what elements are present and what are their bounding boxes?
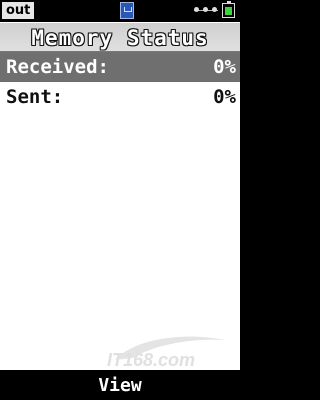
sd-card-icon: [120, 2, 134, 19]
softkey-bar: View: [0, 370, 240, 400]
status-bar: out: [0, 0, 240, 22]
list-item-label: Sent:: [6, 86, 64, 108]
page-title: Memory Status: [31, 26, 209, 50]
list-item-received[interactable]: Received: 0%: [0, 52, 240, 82]
list-item-value: 0%: [213, 56, 236, 78]
watermark-logo: IT168.com: [107, 336, 225, 370]
list-item-value: 0%: [213, 86, 236, 108]
mode-badge: out: [2, 2, 35, 19]
memory-status-list: Received: 0% Sent: 0%: [0, 52, 240, 370]
battery-icon: [222, 1, 235, 18]
volume-slider-icon: [194, 5, 218, 15]
list-item-sent[interactable]: Sent: 0%: [0, 82, 240, 112]
title-bar: Memory Status: [0, 22, 240, 52]
view-softkey[interactable]: View: [98, 375, 141, 396]
watermark-text: IT168.com: [107, 350, 195, 370]
list-item-label: Received:: [6, 56, 109, 78]
